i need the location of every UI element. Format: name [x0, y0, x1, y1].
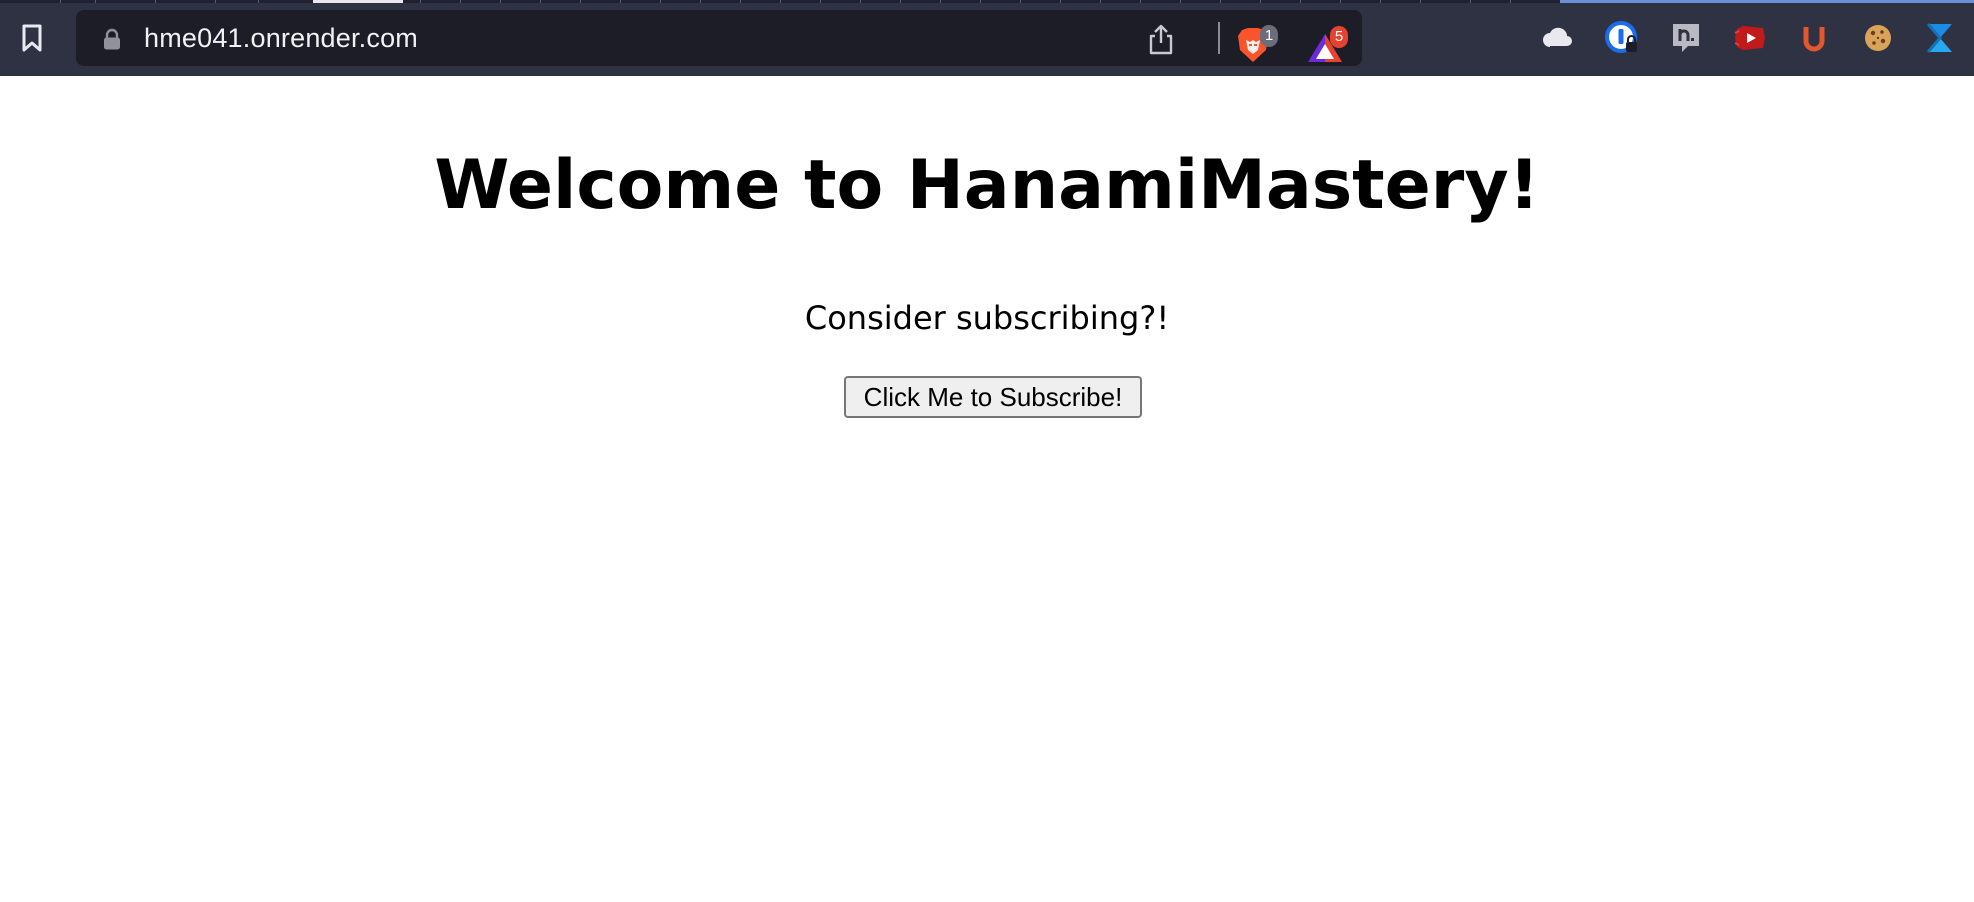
tab-divider [580, 0, 581, 3]
tab-divider [1060, 0, 1061, 3]
tab-divider [1260, 0, 1261, 3]
url-text[interactable]: hme041.onrender.com [144, 10, 418, 66]
active-tab-indicator[interactable] [313, 0, 403, 3]
lock-icon[interactable] [102, 28, 122, 50]
hacker-news-icon [1673, 24, 1699, 52]
address-bar[interactable]: hme041.onrender.com 1 5 [76, 10, 1362, 66]
cookie-icon [1865, 25, 1891, 51]
password-manager-button[interactable] [1602, 18, 1642, 58]
brave-shields-button[interactable]: 1 [1236, 18, 1284, 62]
tab-divider [1420, 0, 1421, 3]
tab-divider [500, 0, 501, 3]
tab-divider [460, 0, 461, 3]
translate-icon [1926, 23, 1952, 53]
tab-divider [1100, 0, 1101, 3]
video-extension-button[interactable] [1730, 18, 1770, 58]
tab-divider [1180, 0, 1181, 3]
tab-divider [258, 0, 259, 3]
bookmark-button[interactable] [14, 18, 50, 58]
rewards-count-badge: 5 [1330, 26, 1348, 48]
tab-divider [95, 0, 96, 3]
tab-divider [1510, 0, 1511, 3]
tab-divider [1220, 0, 1221, 3]
subscribe-button[interactable]: Click Me to Subscribe! [844, 376, 1142, 418]
tab-divider [1470, 0, 1471, 3]
tab-divider [1140, 0, 1141, 3]
share-icon[interactable] [1144, 22, 1178, 56]
tab-divider [820, 0, 821, 3]
tab-divider [660, 0, 661, 3]
tab-divider [1380, 0, 1381, 3]
ublock-extension-button[interactable] [1794, 18, 1834, 58]
tab-divider [780, 0, 781, 3]
cloud-icon [1543, 27, 1574, 48]
cloud-extension-button[interactable] [1538, 18, 1578, 58]
address-bar-divider [1218, 22, 1220, 54]
cookie-extension-button[interactable] [1858, 18, 1898, 58]
page-content: Welcome to HanamiMastery! Consider subsc… [0, 76, 1974, 902]
shields-count-badge: 1 [1260, 25, 1278, 47]
tab-strip[interactable] [0, 0, 1974, 3]
bookmark-icon [22, 24, 42, 52]
browser-toolbar: hme041.onrender.com 1 5 [0, 0, 1974, 76]
tab-divider [700, 0, 701, 3]
pinned-tabs-indicator [1560, 0, 1974, 3]
tab-divider [60, 0, 61, 3]
tab-divider [1340, 0, 1341, 3]
page-heading: Welcome to HanamiMastery! [434, 146, 1540, 225]
tab-divider [420, 0, 421, 3]
ublock-icon [1803, 27, 1825, 52]
tab-divider [620, 0, 621, 3]
tab-divider [155, 0, 156, 3]
tab-divider [1020, 0, 1021, 3]
tab-divider [860, 0, 861, 3]
password-manager-icon [1605, 21, 1637, 53]
tab-divider [540, 0, 541, 3]
tab-divider [980, 0, 981, 3]
tab-divider [940, 0, 941, 3]
hacker-news-extension-button[interactable] [1666, 18, 1706, 58]
tab-divider [740, 0, 741, 3]
video-extension-icon [1734, 26, 1765, 50]
tab-divider [900, 0, 901, 3]
subscribe-prompt: Consider subscribing?! [804, 299, 1170, 337]
brave-rewards-button[interactable]: 5 [1306, 18, 1354, 62]
tab-divider [1300, 0, 1301, 3]
translate-extension-button[interactable] [1920, 18, 1960, 58]
tab-divider [215, 0, 216, 3]
